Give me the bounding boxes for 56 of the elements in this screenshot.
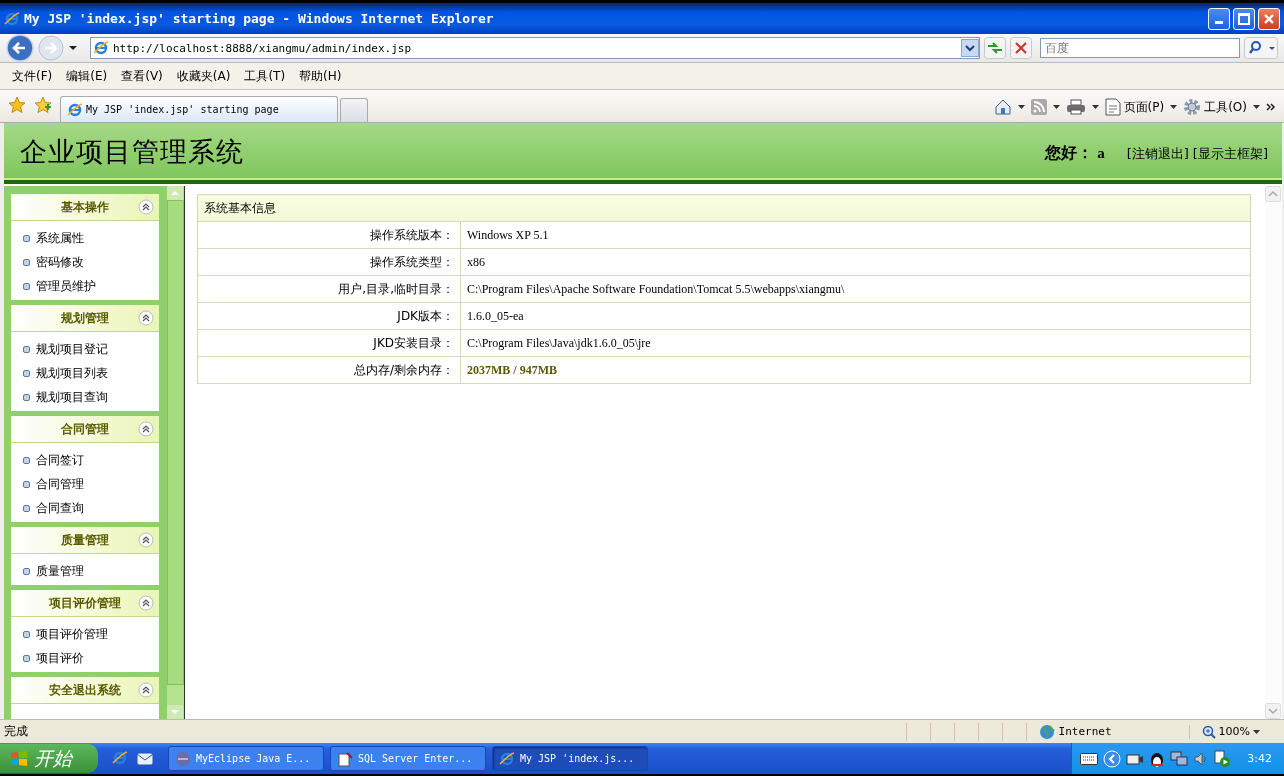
tools-menu-button[interactable]: 工具(O) (1183, 98, 1247, 116)
taskbar-button[interactable]: SQL Server Enter... (330, 746, 486, 771)
user-name: a (1097, 145, 1105, 162)
table-cell: 操作系统版本： (197, 221, 461, 249)
menu-link[interactable]: 项目评价管理 (36, 625, 108, 643)
menu-item[interactable]: 收藏夹(A) (176, 67, 231, 85)
menu-link[interactable]: 规划项目列表 (36, 364, 108, 382)
browser-tab[interactable]: My JSP 'index.jsp' starting page (60, 96, 338, 122)
menu-link[interactable]: 项目评价 (36, 649, 84, 667)
menu-group-header[interactable]: 合同管理 (11, 416, 159, 443)
menu-group-header[interactable]: 质量管理 (11, 527, 159, 554)
menu-item[interactable]: 帮助(H) (299, 67, 342, 85)
menu-item[interactable]: 编辑(E) (66, 67, 108, 85)
search-field[interactable]: 百度 (1040, 38, 1240, 58)
menu-item[interactable]: 工具(T) (244, 67, 286, 85)
table-cell: Windows XP 5.1 (460, 221, 1251, 249)
menu-link[interactable]: 合同查询 (36, 499, 84, 517)
menu-link[interactable]: 合同管理 (36, 475, 84, 493)
header-link[interactable]: [显示主框架] (1192, 144, 1268, 163)
table-cell: 2037MB / 947MB (460, 356, 1251, 384)
table-cell: 1.6.0_05-ea (460, 302, 1251, 330)
taskbar-button[interactable]: MyEclipse Java E... (168, 746, 324, 771)
menu-group-header[interactable]: 安全退出系统 (11, 677, 159, 704)
menu-link[interactable]: 密码修改 (36, 253, 84, 271)
table-cell: JKD安装目录： (197, 329, 461, 357)
status-text: 完成 (4, 723, 29, 740)
menu-link[interactable]: 规划项目查询 (36, 388, 108, 406)
zoom-button[interactable]: 100% (1188, 724, 1284, 739)
menu-link[interactable]: 管理员维护 (36, 277, 96, 295)
menu-group-header[interactable]: 规划管理 (11, 305, 159, 332)
menu-link[interactable]: 质量管理 (36, 562, 84, 580)
table-cell: 操作系统类型： (197, 248, 461, 276)
taskbar-button[interactable]: My JSP 'index.js... (492, 746, 648, 771)
table-cell: 总内存/剩余内存： (197, 356, 461, 384)
greeting-text: 您好： (1045, 143, 1094, 163)
menu-link[interactable]: 合同签订 (36, 451, 84, 469)
menu-link[interactable]: 规划项目登记 (36, 340, 108, 358)
url-text: http://localhost:8888/xiangmu/admin/index.jsp (113, 41, 412, 55)
menu-group-header[interactable]: 项目评价管理 (11, 590, 159, 617)
table-cell: C:\Program Files\Java\jdk1.6.0_05\jre (460, 329, 1251, 357)
table-cell: C:\Program Files\Apache Software Foundation\Tomcat 5.5\webapps\xiangmu\ (460, 275, 1251, 303)
table-cell: x86 (460, 248, 1251, 276)
header-link[interactable]: [注销退出] (1126, 144, 1189, 163)
zone-text: Internet (1058, 725, 1112, 738)
page-menu-button[interactable]: 页面(P) (1104, 98, 1165, 116)
table-cell: JDK版本： (197, 302, 461, 330)
menu-link[interactable]: 系统属性 (36, 229, 84, 247)
table-title: 系统基本信息 (197, 194, 1251, 222)
table-cell: 用户,目录,临时目录： (197, 275, 461, 303)
address-field[interactable]: http://localhost:8888/xiangmu/admin/index.jsp (90, 37, 980, 59)
menu-group-header[interactable]: 基本操作 (11, 194, 159, 221)
site-title: 企业项目管理系统 (20, 135, 244, 169)
menu-item[interactable]: 查看(V) (121, 67, 163, 85)
window-title: My JSP 'index.jsp' starting page - Windows Internet Explorer (24, 11, 495, 26)
clock: 3:42 (1247, 752, 1272, 765)
menu-item[interactable]: 文件(F) (12, 67, 53, 85)
